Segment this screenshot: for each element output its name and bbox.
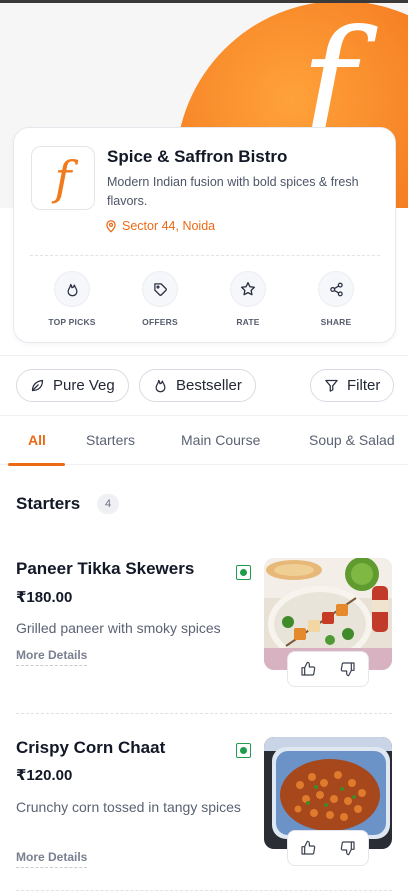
action-label: RATE bbox=[236, 317, 260, 327]
chip-label: Pure Veg bbox=[53, 377, 115, 394]
flame-icon bbox=[155, 379, 166, 393]
tab-soup-salad[interactable]: Soup & Salad bbox=[309, 432, 395, 448]
thumbs-down-icon[interactable] bbox=[340, 840, 356, 856]
chip-label: Bestseller bbox=[176, 377, 242, 394]
leaf-icon bbox=[31, 379, 44, 392]
restaurant-description: Modern Indian fusion with bold spices & … bbox=[107, 175, 359, 208]
tag-icon bbox=[142, 271, 178, 307]
filter-icon bbox=[325, 379, 338, 392]
filter-button[interactable]: Filter bbox=[310, 369, 395, 402]
item-name: Crispy Corn Chaat bbox=[16, 738, 166, 757]
more-details-link[interactable]: More Details bbox=[16, 850, 88, 868]
quick-actions: TOP PICKS OFFERS RATE SHARE bbox=[34, 271, 374, 327]
vote-bar bbox=[287, 830, 369, 866]
restaurant-logo: f bbox=[31, 146, 95, 210]
item-name: Paneer Tikka Skewers bbox=[16, 559, 195, 578]
more-details-link[interactable]: More Details bbox=[16, 648, 88, 666]
logo-glyph: f bbox=[54, 151, 72, 205]
vote-bar bbox=[287, 651, 369, 687]
card-divider bbox=[30, 255, 380, 256]
active-tab-indicator bbox=[8, 463, 65, 466]
item-description: Grilled paneer with smoky spices bbox=[16, 620, 221, 636]
category-tabs: All Starters Main Course Soup & Salad bbox=[0, 415, 408, 466]
action-offers[interactable]: OFFERS bbox=[122, 271, 198, 327]
action-label: SHARE bbox=[320, 317, 352, 327]
item-divider bbox=[16, 890, 392, 891]
restaurant-location[interactable]: Sector 44, Noida bbox=[104, 219, 215, 233]
veg-indicator-icon bbox=[236, 565, 251, 580]
action-top-picks[interactable]: TOP PICKS bbox=[34, 271, 110, 327]
star-icon bbox=[230, 271, 266, 307]
location-pin-icon bbox=[106, 220, 116, 233]
section-count-badge: 4 bbox=[97, 494, 119, 514]
flame-icon bbox=[54, 271, 90, 307]
item-price: ₹180.00 bbox=[16, 589, 73, 606]
filter-bar: Pure Veg Bestseller Filter bbox=[0, 355, 408, 415]
thumbs-up-icon[interactable] bbox=[300, 661, 316, 677]
veg-indicator-icon bbox=[236, 743, 251, 758]
item-price: ₹120.00 bbox=[16, 767, 73, 784]
thumbs-up-icon[interactable] bbox=[300, 840, 316, 856]
pure-veg-chip[interactable]: Pure Veg bbox=[16, 369, 129, 402]
action-rate[interactable]: RATE bbox=[210, 271, 286, 327]
section-title: Starters bbox=[16, 494, 81, 513]
tab-starters[interactable]: Starters bbox=[86, 432, 135, 448]
thumbs-down-icon[interactable] bbox=[340, 661, 356, 677]
location-text: Sector 44, Noida bbox=[122, 219, 216, 233]
bestseller-chip[interactable]: Bestseller bbox=[139, 369, 256, 402]
action-label: OFFERS bbox=[142, 317, 178, 327]
tab-all[interactable]: All bbox=[28, 432, 46, 448]
item-description: Crunchy corn tossed in tangy spices bbox=[16, 799, 241, 815]
action-label: TOP PICKS bbox=[48, 317, 96, 327]
chip-label: Filter bbox=[347, 377, 381, 394]
restaurant-name: Spice & Saffron Bistro bbox=[107, 147, 288, 166]
tab-main-course[interactable]: Main Course bbox=[181, 432, 260, 448]
restaurant-info-card: f Spice & Saffron Bistro Modern Indian f… bbox=[13, 127, 396, 343]
action-share[interactable]: SHARE bbox=[298, 271, 374, 327]
item-divider bbox=[16, 713, 392, 714]
share-icon bbox=[318, 271, 354, 307]
